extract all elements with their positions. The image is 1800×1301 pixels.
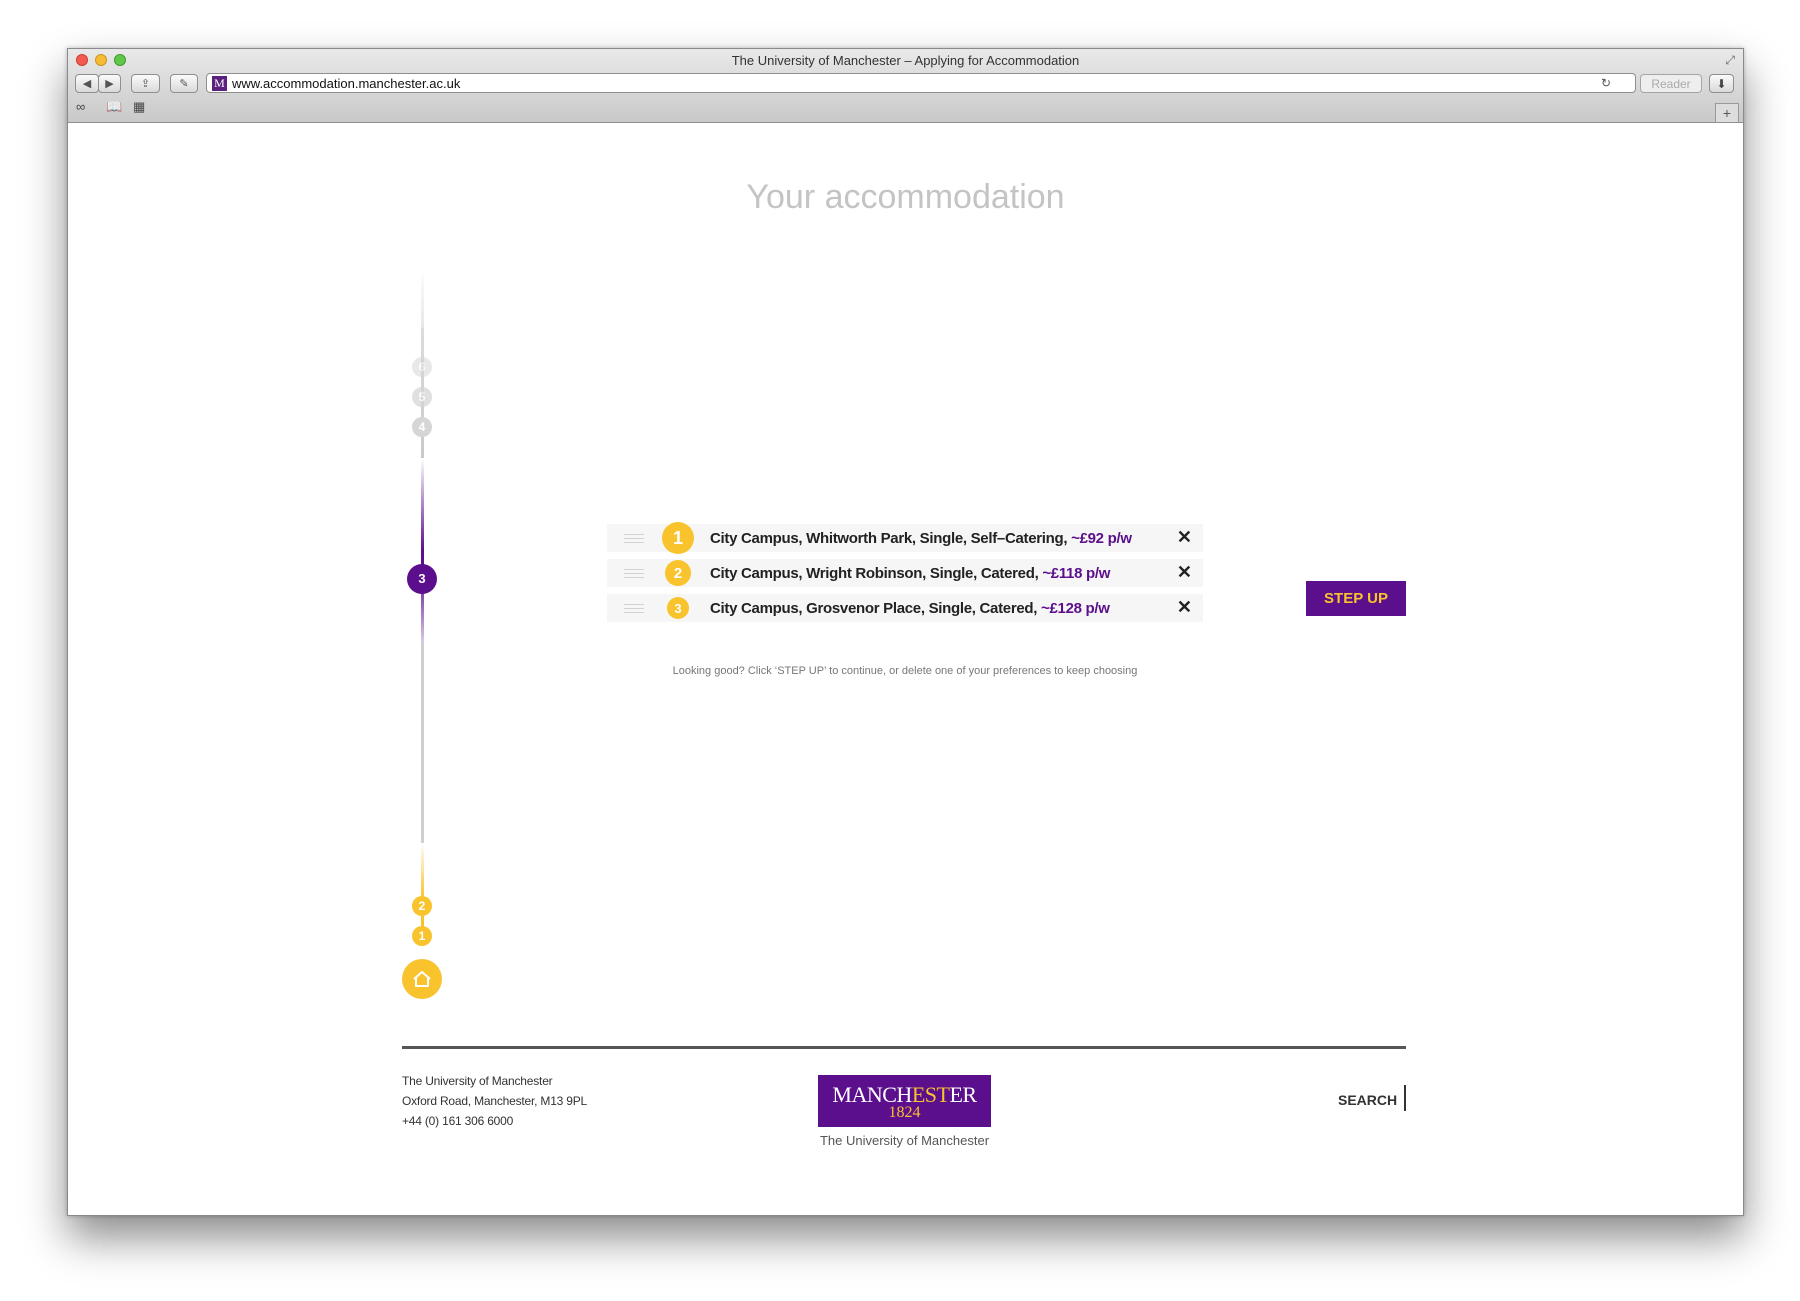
preference-description: City Campus, Grosvenor Place, Single, Ca…	[710, 599, 1038, 617]
footer-divider	[402, 1046, 1406, 1049]
downloads-icon[interactable]: ⬇	[1709, 74, 1734, 93]
preference-description: City Campus, Whitworth Park, Single, Sel…	[710, 529, 1068, 547]
share-button[interactable]: ⇪	[131, 74, 160, 93]
tools-button[interactable]: ✎	[170, 74, 198, 93]
timeline-step-1[interactable]: 1	[412, 926, 432, 946]
timeline-completed-line	[421, 843, 424, 898]
forward-button[interactable]: ▶	[98, 74, 121, 93]
step-up-button[interactable]: STEP UP	[1306, 581, 1406, 616]
forward-arrow-icon: ▶	[105, 78, 114, 90]
site-favicon: M	[212, 76, 227, 91]
preference-price: ~£92 p/w	[1071, 529, 1132, 547]
top-sites-icon[interactable]: ▦	[133, 99, 145, 115]
delete-icon[interactable]: ✕	[1177, 527, 1192, 548]
rank-badge: 1	[662, 522, 694, 554]
timeline-step-5[interactable]: 5	[412, 387, 432, 407]
address-line: Oxford Road, Manchester, M13 9PL	[402, 1094, 588, 1108]
timeline-lower-line	[421, 643, 424, 843]
window-title: The University of Manchester – Applying …	[731, 53, 1080, 68]
preference-row-3[interactable]: 3 City Campus, Grosvenor Place, Single, …	[607, 594, 1203, 622]
preference-row-1[interactable]: 1 City Campus, Whitworth Park, Single, S…	[607, 522, 1203, 554]
reading-list-icon[interactable]: ∞	[76, 99, 85, 114]
rank-badge: 2	[665, 560, 691, 586]
timeline-home-button[interactable]	[402, 959, 442, 999]
hint-text: Looking good? Click ‘STEP UP’ to continu…	[672, 665, 1138, 677]
bookmarks-icon[interactable]: 📖	[106, 99, 122, 115]
timeline-step-3-current[interactable]: 3	[407, 564, 437, 594]
preference-text: City Campus, Wright Robinson, Single, Ca…	[710, 565, 1110, 582]
reload-icon[interactable]: ↻	[1601, 76, 1611, 90]
university-logo[interactable]: MANCHESTER 1824	[818, 1075, 991, 1127]
preference-text: City Campus, Grosvenor Place, Single, Ca…	[710, 600, 1110, 617]
reader-button[interactable]: Reader	[1640, 74, 1702, 93]
back-arrow-icon: ◀	[82, 78, 92, 90]
timeline-top-fade	[421, 268, 424, 328]
search-cursor	[1404, 1085, 1406, 1111]
new-tab-button[interactable]: +	[1715, 103, 1739, 122]
delete-icon[interactable]: ✕	[1177, 597, 1192, 618]
footer-address: The University of Manchester Oxford Road…	[402, 1071, 587, 1131]
browser-chrome: The University of Manchester – Applying …	[68, 49, 1743, 123]
url-text[interactable]: www.accommodation.manchester.ac.uk	[232, 76, 460, 91]
delete-icon[interactable]: ✕	[1177, 562, 1192, 583]
page-title: Your accommodation	[746, 178, 1065, 216]
phone-number[interactable]: +44 (0) 161 306 6000	[402, 1111, 587, 1131]
page-content: Your accommodation 6 5 4 3 2 1 1 City Ca…	[68, 123, 1743, 1215]
preference-row-2[interactable]: 2 City Campus, Wright Robinson, Single, …	[607, 559, 1203, 587]
back-button[interactable]: ◀	[75, 74, 99, 93]
preference-text: City Campus, Whitworth Park, Single, Sel…	[710, 530, 1132, 547]
browser-window: The University of Manchester – Applying …	[67, 48, 1744, 1216]
wrench-icon: ✎	[179, 78, 189, 90]
preference-price: ~£118 p/w	[1042, 564, 1111, 582]
preference-price: ~£128 p/w	[1041, 599, 1110, 617]
timeline-current-glow	[421, 458, 424, 663]
home-icon	[413, 971, 431, 987]
drag-handle-icon[interactable]	[624, 601, 644, 616]
share-icon: ⇪	[140, 78, 151, 90]
rank-badge: 3	[667, 597, 689, 619]
preference-description: City Campus, Wright Robinson, Single, Ca…	[710, 564, 1039, 582]
search-link[interactable]: SEARCH	[1338, 1092, 1397, 1108]
drag-handle-icon[interactable]	[624, 531, 644, 546]
address-bar[interactable]: M www.accommodation.manchester.ac.uk ↻	[206, 73, 1636, 93]
timeline-step-2[interactable]: 2	[412, 896, 432, 916]
logo-subtitle: The University of Manchester	[819, 1133, 990, 1148]
fullscreen-icon[interactable]: ⤢	[1725, 53, 1735, 68]
drag-handle-icon[interactable]	[624, 566, 644, 581]
timeline-step-6[interactable]: 6	[412, 357, 432, 377]
address-line: The University of Manchester	[402, 1074, 553, 1088]
timeline-step-4[interactable]: 4	[412, 417, 432, 437]
logo-year: 1824	[888, 1104, 921, 1121]
